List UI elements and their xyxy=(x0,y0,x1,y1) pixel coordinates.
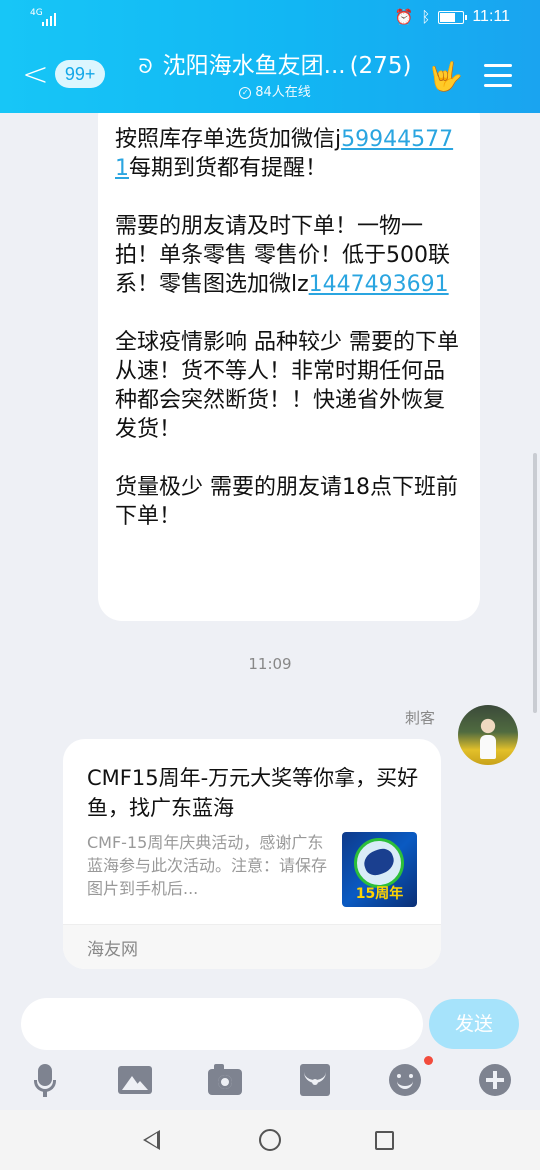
microphone-icon[interactable] xyxy=(27,1062,63,1098)
avatar[interactable] xyxy=(458,705,518,765)
red-packet-icon[interactable] xyxy=(297,1062,333,1098)
message-paragraph: 按照库存单选货加微信j599445771每期到货都有提醒！ xyxy=(115,127,454,181)
card-title: CMF15周年-万元大奖等你拿，买好鱼，找广东蓝海 xyxy=(87,766,419,820)
thumbnail-text: 15周年 xyxy=(355,886,404,902)
online-count: 84人在线 xyxy=(255,85,311,100)
group-title: ᘐ 沈阳海水鱼友团... (275) xyxy=(120,50,430,82)
nav-bar: < 99+ ᘐ 沈阳海水鱼友团... (275) ✓ 84人在线 🤟 xyxy=(0,44,540,110)
recent-apps-icon[interactable] xyxy=(375,1131,394,1150)
chat-header: 4G ⏰ ᛒ 11:11 < 99+ ᘐ 沈阳海水鱼友团... (275) ✓ … xyxy=(0,0,540,113)
camera-icon[interactable] xyxy=(207,1062,243,1098)
home-circle-icon[interactable] xyxy=(259,1129,281,1151)
share-card[interactable]: CMF15周年-万元大奖等你拿，买好鱼，找广东蓝海 CMF-15周年庆典活动，感… xyxy=(63,739,441,969)
input-area: 发送 xyxy=(0,990,540,1110)
card-description: CMF-15周年庆典活动，感谢广东蓝海参与此次活动。注意：请保存图片到手机后..… xyxy=(87,833,328,898)
chat-area[interactable]: 按照库存单选货加微信j599445771每期到货都有提醒！ 需要的朋友请及时下单… xyxy=(0,113,540,990)
send-button[interactable]: 发送 xyxy=(429,999,519,1049)
alarm-icon: ⏰ xyxy=(394,8,414,26)
message-paragraph: 全球疫情影响 品种较少 需要的下单从速！货不等人！非常时期任何品种都会突然断货！… xyxy=(115,330,459,442)
back-triangle-icon[interactable] xyxy=(143,1130,160,1150)
input-toolbar xyxy=(0,1056,540,1102)
card-thumbnail: 15周年 xyxy=(342,832,417,907)
sender-name: 刺客 xyxy=(404,709,435,727)
card-footer: 海友网 xyxy=(63,924,441,969)
signal-icon xyxy=(42,12,56,26)
online-status: ✓ 84人在线 xyxy=(120,84,430,102)
member-count: (275) xyxy=(349,53,412,79)
bluetooth-icon: ᛒ xyxy=(421,8,431,26)
chevron-left-icon: < xyxy=(22,55,49,93)
text-message-bubble[interactable]: 按照库存单选货加微信j599445771每期到货都有提醒！ 需要的朋友请及时下单… xyxy=(98,113,480,621)
message-input[interactable] xyxy=(21,998,423,1050)
system-nav-bar xyxy=(0,1110,540,1170)
message-paragraph: 需要的朋友请及时下单！一物一拍！单条零售 零售价！低于500联系！零售图选加微l… xyxy=(115,214,450,297)
message-paragraph: 货量极少 需要的朋友请18点下班前下单！ xyxy=(115,475,458,529)
battery-icon xyxy=(438,10,468,24)
check-circle-icon: ✓ xyxy=(239,87,252,99)
notification-dot xyxy=(424,1056,433,1065)
ear-icon: ᘐ xyxy=(138,54,153,78)
status-bar: 4G ⏰ ᛒ 11:11 xyxy=(0,0,540,38)
group-name: 沈阳海水鱼友团... xyxy=(162,53,346,79)
chat-title-area[interactable]: ᘐ 沈阳海水鱼友团... (275) ✓ 84人在线 xyxy=(120,50,430,102)
hand-gesture-icon[interactable]: 🤟 xyxy=(428,60,463,94)
message-timestamp: 11:09 xyxy=(248,655,292,673)
plus-icon[interactable] xyxy=(477,1062,513,1098)
image-icon[interactable] xyxy=(117,1062,153,1098)
back-button[interactable]: < 99+ xyxy=(22,55,106,93)
card-source: 海友网 xyxy=(87,940,138,960)
emoji-icon[interactable] xyxy=(387,1062,423,1098)
network-type: 4G xyxy=(30,8,43,18)
status-time: 11:11 xyxy=(472,8,510,25)
unread-badge: 99+ xyxy=(54,60,106,88)
scrollbar[interactable] xyxy=(533,453,537,713)
menu-icon[interactable] xyxy=(484,64,512,88)
phone-link[interactable]: 1447493691 xyxy=(309,272,449,297)
